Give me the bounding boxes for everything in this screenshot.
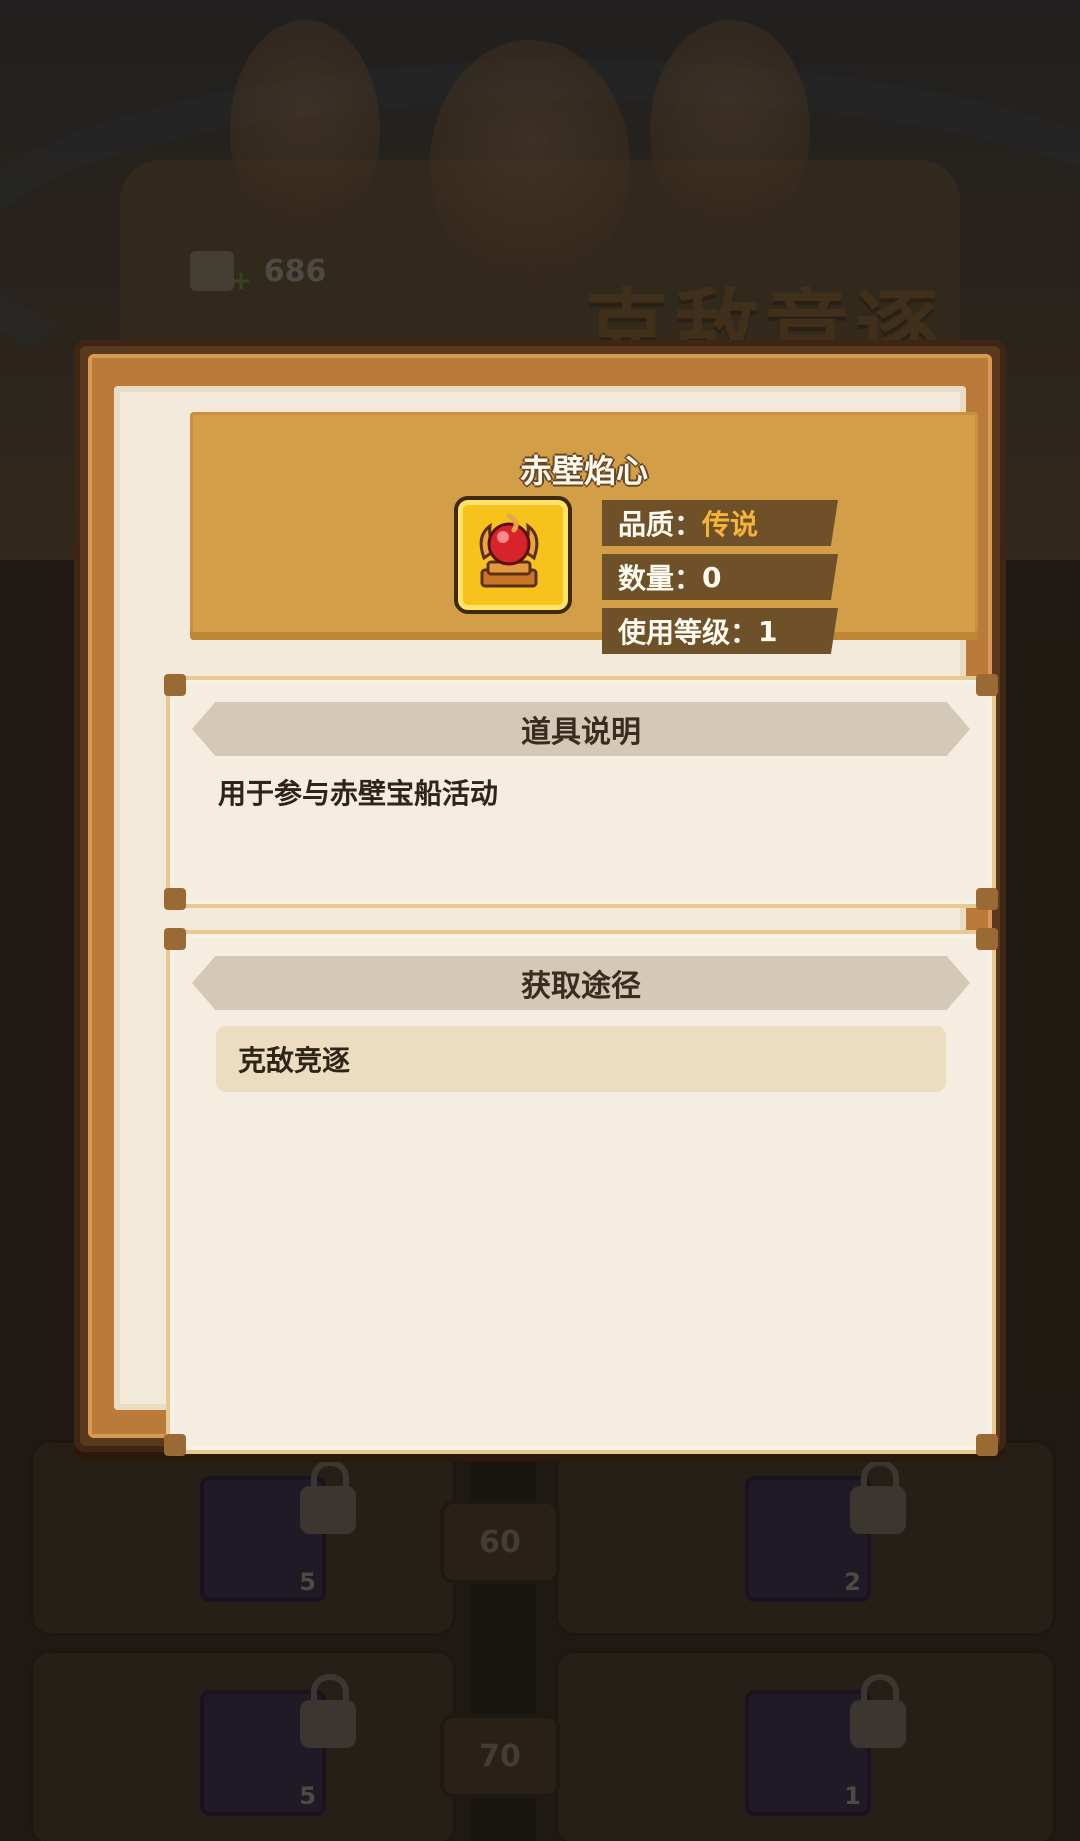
item-header-banner: 赤壁焰心 品质： 传说 数量： 0 使用等级： 1 — [190, 412, 978, 654]
dialog-parchment: 赤壁焰心 品质： 传说 数量： 0 使用等级： 1 道具说明 用于参与赤壁宝船活… — [114, 386, 998, 1456]
dialog-frame: 赤壁焰心 品质： 传说 数量： 0 使用等级： 1 道具说明 用于参与赤壁宝船活… — [88, 354, 998, 1456]
quantity-row: 数量： 0 — [602, 554, 838, 600]
quality-label: 品质： — [618, 508, 703, 541]
level-label: 使用等级： — [618, 616, 759, 649]
corner-ornament — [164, 928, 186, 950]
quality-row: 品质： 传说 — [602, 500, 838, 546]
corner-ornament — [976, 1434, 998, 1456]
description-title: 道具说明 — [192, 702, 970, 756]
corner-ornament — [164, 674, 186, 696]
item-icon — [454, 496, 572, 614]
flame-heart-icon — [479, 513, 539, 588]
quantity-label: 数量： — [618, 562, 703, 595]
corner-ornament — [164, 1434, 186, 1456]
source-item-button[interactable]: 克敌竞逐 — [216, 1026, 946, 1092]
quality-value: 传说 — [702, 508, 759, 541]
corner-ornament — [976, 674, 998, 696]
description-section: 道具说明 用于参与赤壁宝船活动 — [164, 674, 998, 910]
corner-ornament — [164, 888, 186, 910]
item-detail-dialog: 赤壁焰心 品质： 传说 数量： 0 使用等级： 1 道具说明 用于参与赤壁宝船活… — [74, 340, 1006, 1456]
sources-title: 获取途径 — [192, 956, 970, 1010]
corner-ornament — [976, 928, 998, 950]
sources-section: 获取途径 克敌竞逐 — [164, 928, 998, 1456]
level-value: 1 — [758, 614, 778, 648]
level-row: 使用等级： 1 — [602, 608, 838, 654]
quantity-value: 0 — [702, 560, 722, 594]
corner-ornament — [976, 888, 998, 910]
item-name: 赤壁焰心 — [519, 452, 648, 490]
description-text: 用于参与赤壁宝船活动 — [218, 777, 499, 810]
